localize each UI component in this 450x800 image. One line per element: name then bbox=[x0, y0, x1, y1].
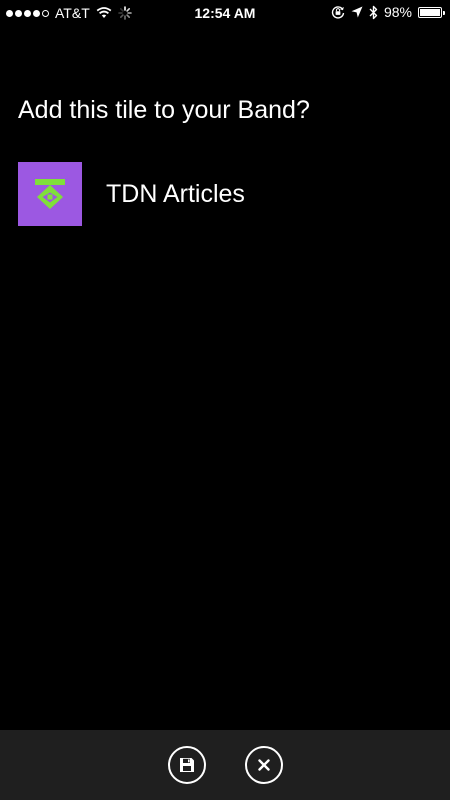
status-bar: AT&T 12:54 AM 98% bbox=[0, 0, 450, 26]
save-button[interactable] bbox=[168, 746, 206, 784]
location-arrow-icon bbox=[351, 6, 363, 18]
tdn-logo-icon bbox=[35, 179, 65, 209]
status-right: 98% bbox=[331, 4, 445, 20]
battery-icon bbox=[418, 6, 445, 18]
cancel-button[interactable] bbox=[245, 746, 283, 784]
tile-row: TDN Articles bbox=[18, 162, 245, 226]
bluetooth-icon bbox=[369, 5, 378, 19]
dialog-title: Add this tile to your Band? bbox=[18, 96, 310, 124]
app-bar bbox=[0, 730, 450, 800]
battery-percent: 98% bbox=[383, 4, 412, 20]
tile-name: TDN Articles bbox=[106, 179, 245, 208]
battery-level-fill bbox=[420, 8, 440, 16]
tile-icon bbox=[18, 162, 82, 226]
close-icon bbox=[258, 759, 270, 771]
rotation-lock-icon bbox=[331, 6, 345, 19]
save-icon bbox=[180, 758, 194, 772]
